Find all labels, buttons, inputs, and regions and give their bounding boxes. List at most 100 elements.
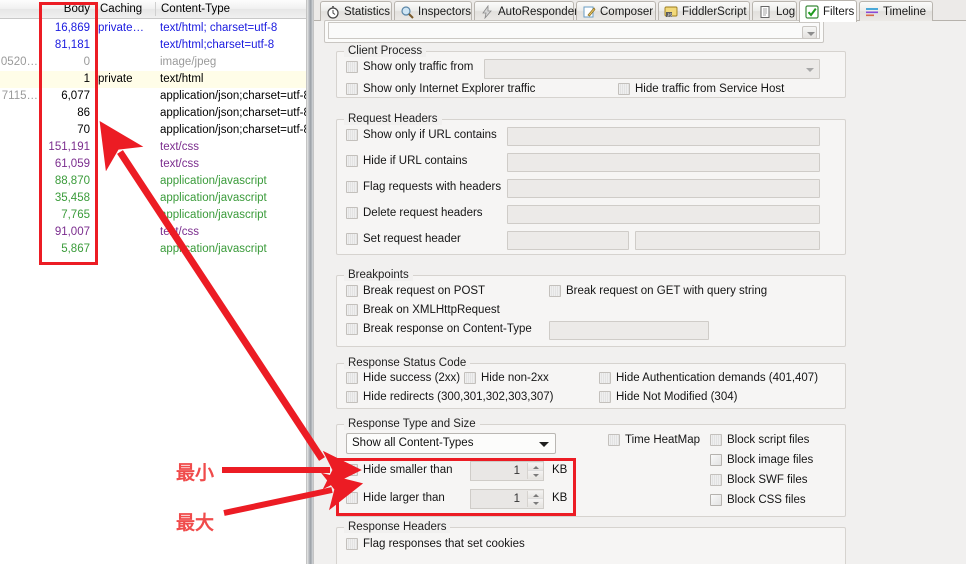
block-css-files-row[interactable]: Block CSS files [710, 494, 806, 506]
main-tab-strip: Statistics Inspectors AutoResponder Compose… [314, 0, 966, 22]
break-xhr-checkbox[interactable] [346, 304, 358, 316]
response-status-code-group: Response Status Code Hide success (2xx) … [336, 357, 846, 409]
tab-autoresponder[interactable]: AutoResponder [474, 1, 578, 21]
set-request-header-checkbox[interactable] [346, 233, 358, 245]
column-header-caching[interactable]: Caching [100, 0, 156, 18]
hide-success-checkbox[interactable] [346, 372, 358, 384]
break-request-post-checkbox[interactable] [346, 285, 358, 297]
hide-not-modified-label: Hide Not Modified (304) [616, 391, 738, 403]
cell-content-type: application/javascript [160, 209, 267, 221]
stopwatch-icon [326, 5, 340, 19]
tab-filters[interactable]: Filters [799, 0, 857, 22]
set-request-header-label: Set request header [363, 233, 461, 245]
chevron-down-icon[interactable] [802, 26, 817, 39]
break-response-content-type-input[interactable] [549, 321, 709, 340]
set-request-header-row[interactable]: Set request header [346, 233, 461, 245]
break-request-get-checkbox[interactable] [549, 285, 561, 297]
break-request-get-row[interactable]: Break request on GET with query string [549, 285, 767, 297]
break-xhr-row[interactable]: Break on XMLHttpRequest [346, 304, 500, 316]
hide-not-modified-checkbox[interactable] [599, 391, 611, 403]
show-only-ie-traffic-checkbox[interactable] [346, 83, 358, 95]
hide-non2xx-label: Hide non-2xx [481, 372, 549, 384]
tab-log[interactable]: Log [752, 1, 797, 21]
hide-if-url-contains-input[interactable] [507, 153, 820, 172]
time-heatmap-checkbox[interactable] [608, 434, 620, 446]
client-process-dropdown[interactable] [484, 59, 820, 79]
hide-auth-demands-checkbox[interactable] [599, 372, 611, 384]
cell-content-type: application/json;charset=utf-8 [160, 107, 306, 119]
flag-requests-with-headers-row[interactable]: Flag requests with headers [346, 181, 501, 193]
cell-caching [98, 139, 154, 156]
hide-if-url-contains-checkbox[interactable] [346, 155, 358, 167]
block-image-files-row[interactable]: Block image files [710, 454, 813, 466]
block-css-files-checkbox[interactable] [710, 494, 722, 506]
hide-non2xx-checkbox[interactable] [464, 372, 476, 384]
highlight-box-body-column [39, 2, 98, 265]
hide-redirects-checkbox[interactable] [346, 391, 358, 403]
hide-auth-demands-label: Hide Authentication demands (401,407) [616, 372, 819, 384]
cell-content-type: text/html;charset=utf-8 [160, 39, 275, 51]
breakpoints-title: Breakpoints [344, 269, 413, 281]
tab-label: Log [776, 5, 796, 18]
block-swf-files-row[interactable]: Block SWF files [710, 474, 808, 486]
hide-auth-demands-row[interactable]: Hide Authentication demands (401,407) [599, 372, 818, 384]
set-request-header-name-input[interactable] [507, 231, 629, 250]
hide-if-url-contains-row[interactable]: Hide if URL contains [346, 155, 467, 167]
flag-requests-with-headers-input[interactable] [507, 179, 820, 198]
set-request-header-value-input[interactable] [635, 231, 820, 250]
hide-success-row[interactable]: Hide success (2xx) [346, 372, 460, 384]
delete-request-headers-row[interactable]: Delete request headers [346, 207, 483, 219]
tab-timeline[interactable]: Timeline [859, 1, 933, 21]
cell-caching [98, 207, 154, 224]
break-response-content-type-checkbox[interactable] [346, 323, 358, 335]
show-only-if-url-contains-input[interactable] [507, 127, 820, 146]
fiddler-window: Body Caching Content-Type 16,869 private…… [0, 0, 966, 564]
show-only-if-url-contains-row[interactable]: Show only if URL contains [346, 129, 497, 141]
delete-request-headers-input[interactable] [507, 205, 820, 224]
block-script-files-checkbox[interactable] [710, 434, 722, 446]
show-only-traffic-from-label: Show only traffic from [363, 61, 474, 73]
hide-service-host-checkbox[interactable] [618, 83, 630, 95]
column-divider[interactable] [155, 2, 156, 16]
content-type-filter-dropdown[interactable]: Show all Content-Types [346, 433, 556, 454]
break-response-content-type-row[interactable]: Break response on Content-Type [346, 323, 532, 335]
time-heatmap-row[interactable]: Time HeatMap [608, 434, 700, 446]
break-request-post-row[interactable]: Break request on POST [346, 285, 485, 297]
chevron-down-icon[interactable] [539, 442, 549, 447]
hide-redirects-row[interactable]: Hide redirects (300,301,302,303,307) [346, 391, 554, 403]
chevron-down-icon[interactable] [806, 68, 814, 72]
block-swf-files-checkbox[interactable] [710, 474, 722, 486]
block-script-files-row[interactable]: Block script files [710, 434, 809, 446]
tab-label: Inspectors [418, 5, 472, 18]
top-combobox[interactable] [328, 22, 820, 39]
tab-composer[interactable]: Composer [576, 1, 656, 21]
show-only-traffic-from-checkbox[interactable] [346, 61, 358, 73]
show-only-traffic-from-row[interactable]: Show only traffic from [346, 61, 473, 73]
tab-statistics[interactable]: Statistics [320, 1, 392, 21]
cell-caching [98, 241, 154, 258]
block-image-files-checkbox[interactable] [710, 454, 722, 466]
hide-service-host-row[interactable]: Hide traffic from Service Host [618, 83, 784, 95]
tab-fiddlerscript[interactable]: JS FiddlerScript [658, 1, 750, 21]
flag-cookies-label: Flag responses that set cookies [363, 538, 525, 550]
flag-cookies-row[interactable]: Flag responses that set cookies [346, 538, 525, 550]
flag-requests-with-headers-label: Flag requests with headers [363, 181, 502, 193]
delete-request-headers-label: Delete request headers [363, 207, 483, 219]
green-check-icon [805, 4, 819, 19]
show-only-if-url-contains-checkbox[interactable] [346, 129, 358, 141]
flag-cookies-checkbox[interactable] [346, 538, 358, 550]
hide-not-modified-row[interactable]: Hide Not Modified (304) [599, 391, 737, 403]
pencil-note-icon [582, 5, 596, 19]
column-header-content-type[interactable]: Content-Type [161, 0, 306, 18]
response-headers-group: Response Headers Flag responses that set… [336, 521, 846, 564]
show-only-ie-traffic-row[interactable]: Show only Internet Explorer traffic [346, 83, 535, 95]
tab-inspectors[interactable]: Inspectors [394, 1, 472, 21]
panel-splitter[interactable] [306, 0, 314, 564]
flag-requests-with-headers-checkbox[interactable] [346, 181, 358, 193]
delete-request-headers-checkbox[interactable] [346, 207, 358, 219]
cell-content-type: text/css [160, 226, 199, 238]
cell-content-type: application/json;charset=utf-8 [160, 124, 306, 136]
cell-caching [98, 122, 154, 139]
hide-non2xx-row[interactable]: Hide non-2xx [464, 372, 549, 384]
request-headers-group: Request Headers Show only if URL contain… [336, 113, 846, 255]
